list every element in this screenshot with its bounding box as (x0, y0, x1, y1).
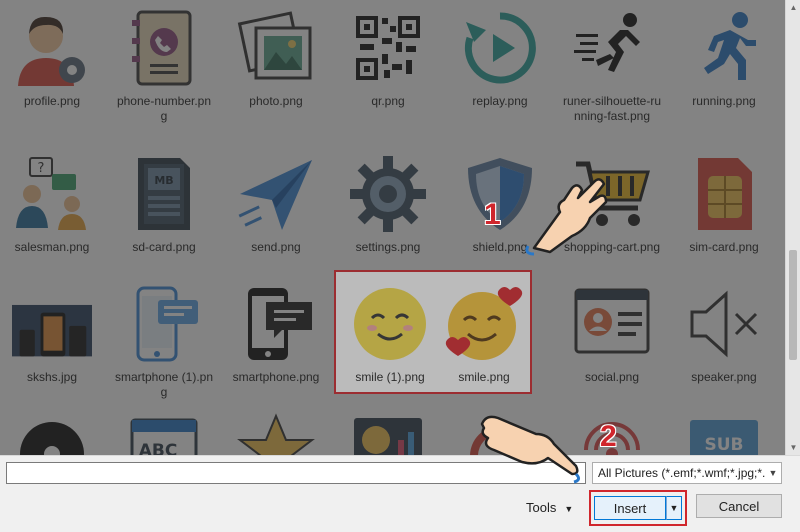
file-name: smile (1).png (355, 370, 425, 384)
file-tile-phone-number[interactable]: phone-number.png (112, 6, 216, 124)
file-tile-profile[interactable]: profile.png (0, 6, 104, 109)
file-tile-partial[interactable]: ABC (112, 408, 216, 455)
file-name: settings.png (355, 240, 421, 254)
smile-hearts-icon (442, 282, 526, 366)
scroll-down-icon[interactable]: ▼ (786, 440, 800, 455)
file-name: qr.png (371, 94, 405, 108)
insert-dropdown-icon[interactable]: ▼ (666, 496, 682, 520)
speaker-mute-icon (682, 282, 766, 366)
file-name: smartphone (1).png (114, 370, 214, 399)
file-tile-salesman[interactable]: ? salesman.png (0, 152, 104, 255)
file-name: phone-number.png (116, 94, 212, 123)
running-man-icon (682, 6, 766, 90)
qr-code-icon (346, 6, 430, 90)
scroll-up-icon[interactable]: ▲ (786, 0, 800, 15)
replay-icon (458, 6, 542, 90)
vertical-scrollbar[interactable]: ▲ ▼ (785, 0, 800, 455)
money-chart-icon (346, 408, 430, 455)
gear-icon (346, 152, 430, 236)
file-tile-photo[interactable]: photo.png (224, 6, 328, 109)
smartphone-chat-icon (122, 282, 206, 366)
vinyl-icon (10, 408, 94, 455)
file-name: speaker.png (691, 370, 757, 384)
file-name: smartphone.png (232, 370, 320, 384)
file-tile-send[interactable]: send.png (224, 152, 328, 255)
sub-label: SUB (704, 435, 743, 455)
file-name: photo.png (249, 94, 303, 108)
file-tile-qr[interactable]: qr.png (336, 6, 440, 109)
sd-card-label: MB (154, 174, 173, 187)
insert-button[interactable]: Insert (594, 496, 666, 520)
file-name: send.png (251, 240, 301, 254)
social-profile-icon (570, 282, 654, 366)
svg-text:?: ? (38, 161, 45, 176)
file-name: salesman.png (14, 240, 90, 254)
file-tile-partial[interactable]: SUB (672, 408, 776, 455)
file-name: skshs.jpg (26, 370, 78, 384)
abc-card-icon: ABC (122, 408, 206, 455)
dialog-footer: All Pictures (*.emf;*.wmf;*.jpg;*.j ▼ To… (0, 455, 800, 532)
file-name: running.png (692, 94, 756, 108)
scroll-thumb[interactable] (789, 250, 797, 360)
paper-plane-icon (234, 152, 318, 236)
file-type-select[interactable]: All Pictures (*.emf;*.wmf;*.jpg;*.j ▼ (592, 462, 782, 484)
file-tile-partial[interactable] (224, 408, 328, 455)
pointing-hand-icon (480, 415, 581, 484)
file-tile-speaker[interactable]: speaker.png (672, 282, 776, 385)
file-tile-skshs[interactable]: skshs.jpg (0, 282, 104, 385)
salesman-chat-icon: ? (10, 152, 94, 236)
file-tile-smartphone[interactable]: smartphone.png (224, 282, 328, 385)
file-tile-social[interactable]: social.png (560, 282, 664, 385)
file-tile-settings[interactable]: settings.png (336, 152, 440, 255)
file-tile-smile[interactable]: smile.png (432, 282, 536, 385)
insert-highlight: Insert ▼ (589, 490, 687, 526)
file-type-selected: All Pictures (*.emf;*.wmf;*.jpg;*.j (598, 466, 769, 480)
tools-menu[interactable]: Tools ▼ (526, 500, 573, 515)
file-name: profile.png (23, 94, 81, 108)
file-name: smile.png (458, 370, 510, 384)
star-icon (234, 408, 318, 455)
cancel-button[interactable]: Cancel (696, 494, 782, 518)
abc-card-label: ABC (139, 441, 178, 455)
file-name: replay.png (472, 94, 528, 108)
phone-book-icon (122, 6, 206, 90)
tools-label: Tools (526, 500, 557, 515)
phone-photo-icon (10, 282, 94, 366)
file-name: sd-card.png (132, 240, 196, 254)
file-tile-runner-silhouette[interactable]: runer-silhouette-running-fast.png (560, 6, 664, 124)
runner-silhouette-icon (570, 6, 654, 90)
sub-icon: SUB (682, 408, 766, 455)
sim-card-icon (682, 152, 766, 236)
file-name: social.png (584, 370, 640, 384)
file-tile-sd-card[interactable]: MB sd-card.png (112, 152, 216, 255)
chevron-down-icon[interactable]: ▼ (765, 463, 781, 483)
profile-user-gear-icon (10, 6, 94, 90)
pointing-hand-icon (525, 178, 608, 256)
file-name: runer-silhouette-running-fast.png (562, 94, 662, 123)
chevron-down-icon: ▼ (564, 504, 574, 514)
photo-frame-icon (234, 6, 318, 90)
file-tile-running[interactable]: running.png (672, 6, 776, 109)
file-tile-smartphone-1[interactable]: smartphone (1).png (112, 282, 216, 400)
sd-card-icon: MB (122, 152, 206, 236)
file-tile-partial[interactable] (336, 408, 440, 455)
step-number-1: 1 (484, 198, 501, 231)
file-tile-smile-1[interactable]: smile (1).png (338, 282, 442, 385)
smartphone-message-icon (234, 282, 318, 366)
file-tile-sim-card[interactable]: sim-card.png (672, 152, 776, 255)
file-tile-partial[interactable] (0, 408, 104, 455)
file-grid[interactable]: profile.png phone-number.png photo.png q… (0, 0, 785, 455)
file-tile-replay[interactable]: replay.png (448, 6, 552, 109)
step-number-2: 2 (600, 420, 617, 453)
smile-face-icon (348, 282, 432, 366)
file-name: sim-card.png (689, 240, 759, 254)
